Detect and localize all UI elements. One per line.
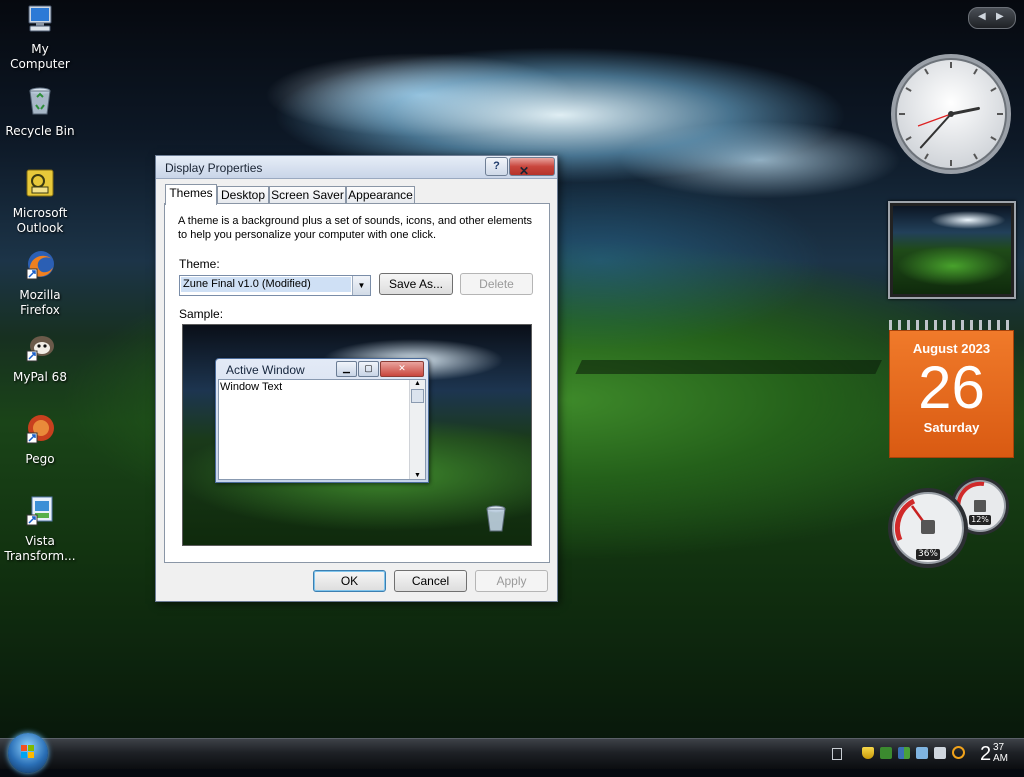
sample-scrollbar: ▲ ▼ bbox=[409, 380, 425, 479]
cpu-usage-value: 36% bbox=[916, 549, 940, 560]
slideshow-gadget[interactable] bbox=[888, 201, 1016, 299]
delete-button: Delete bbox=[460, 273, 533, 295]
display-properties-dialog: Display Properties ? ✕ Themes Desktop Sc… bbox=[155, 155, 558, 602]
desktop-icon-firefox[interactable]: Mozilla Firefox bbox=[0, 249, 80, 318]
apply-button: Apply bbox=[475, 570, 548, 592]
icon-label: Recycle Bin bbox=[5, 124, 75, 138]
slideshow-image bbox=[893, 206, 1011, 294]
save-as-button[interactable]: Save As... bbox=[379, 273, 453, 295]
taskbar: 2 37 AM bbox=[0, 733, 1024, 773]
sample-maximize-icon: ▢ bbox=[358, 361, 379, 377]
calendar-gadget[interactable]: August 2023 26 Saturday bbox=[889, 320, 1014, 458]
desktop-icon-mypal[interactable]: MyPal 68 bbox=[0, 331, 80, 385]
search-icon[interactable] bbox=[952, 746, 965, 759]
security-shield-icon[interactable] bbox=[862, 747, 874, 759]
sidebar-nav: ◀ ▶ bbox=[968, 7, 1016, 29]
tab-screen-saver[interactable]: Screen Saver bbox=[269, 186, 346, 204]
vista-transform-icon bbox=[26, 496, 53, 526]
scroll-thumb bbox=[411, 389, 424, 403]
themes-panel: A theme is a background plus a set of so… bbox=[164, 203, 550, 563]
desktop-icon-my-computer[interactable]: My Computer bbox=[0, 3, 80, 72]
chevron-down-icon[interactable]: ▼ bbox=[352, 276, 370, 295]
mypal-icon bbox=[26, 336, 54, 362]
display-icon[interactable] bbox=[934, 747, 946, 759]
outlook-icon bbox=[26, 169, 54, 197]
recycle-bin-icon bbox=[29, 87, 51, 115]
icon-label: Microsoft Outlook bbox=[12, 206, 68, 235]
ok-button[interactable]: OK bbox=[313, 570, 386, 592]
memory-usage-value: 12% bbox=[969, 515, 991, 525]
close-button[interactable]: ✕ bbox=[509, 157, 555, 178]
network-connection-icon[interactable] bbox=[898, 747, 910, 759]
sample-window-text: Window Text bbox=[220, 381, 283, 393]
calendar-weekday: Saturday bbox=[923, 420, 980, 435]
help-button[interactable]: ? bbox=[485, 157, 508, 176]
sample-close-icon: ✕ bbox=[380, 361, 424, 377]
sample-minimize-icon: ▁ bbox=[336, 361, 357, 377]
desktop-icon-recycle-bin[interactable]: Recycle Bin bbox=[0, 85, 80, 139]
cpu-gauge-icon bbox=[888, 477, 1009, 568]
sample-window-title: Active Window bbox=[226, 363, 305, 377]
scroll-down-icon: ▼ bbox=[414, 472, 421, 479]
sidebar-next-icon[interactable]: ▶ bbox=[996, 11, 1004, 22]
show-desktop-icon[interactable] bbox=[832, 748, 842, 760]
clock-ampm: AM bbox=[993, 753, 1008, 764]
icon-label: Mozilla Firefox bbox=[19, 288, 61, 317]
cancel-button[interactable]: Cancel bbox=[394, 570, 467, 592]
clock-minute: 37 bbox=[993, 742, 1005, 753]
calendar-day: 26 bbox=[918, 354, 985, 421]
desktop-icon-pego[interactable]: Pego bbox=[0, 413, 80, 467]
taskbar-clock[interactable]: 2 37 AM bbox=[980, 741, 1020, 767]
theme-description: A theme is a background plus a set of so… bbox=[178, 215, 533, 241]
theme-select[interactable]: Zune Final v1.0 (Modified) ▼ bbox=[179, 275, 371, 296]
clock-face-icon bbox=[891, 54, 1011, 174]
dialog-title-bar[interactable]: Display Properties ? ✕ bbox=[156, 156, 557, 179]
pego-icon bbox=[26, 415, 54, 444]
clock-hour: 2 bbox=[980, 743, 992, 765]
start-button[interactable] bbox=[8, 733, 48, 773]
windows-logo-icon bbox=[21, 745, 34, 758]
sample-label: Sample: bbox=[179, 307, 224, 321]
theme-select-value: Zune Final v1.0 (Modified) bbox=[181, 277, 351, 292]
dialog-title: Display Properties bbox=[165, 161, 263, 175]
tab-desktop[interactable]: Desktop bbox=[217, 186, 269, 204]
close-icon: ✕ bbox=[519, 164, 530, 178]
cpu-meter-gadget[interactable]: 36% 12% bbox=[888, 474, 1014, 570]
theme-label: Theme: bbox=[179, 257, 220, 271]
sample-recycle-bin-icon bbox=[486, 505, 506, 532]
desktop-icon-outlook[interactable]: Microsoft Outlook bbox=[0, 167, 80, 236]
sample-active-window: Active Window ▁ ▢ ✕ Window Text ▲ ▼ bbox=[215, 358, 429, 483]
icon-label: Pego bbox=[25, 452, 55, 466]
tab-appearance[interactable]: Appearance bbox=[346, 186, 415, 204]
volume-icon[interactable] bbox=[916, 747, 928, 759]
clock-gadget[interactable] bbox=[888, 51, 1014, 177]
icon-label: MyPal 68 bbox=[13, 370, 67, 384]
desktop-icon-vista-transform[interactable]: Vista Transform... bbox=[0, 495, 80, 564]
calendar-page: August 2023 26 Saturday bbox=[889, 330, 1014, 458]
wallpaper-detail bbox=[538, 360, 882, 454]
tab-themes[interactable]: Themes bbox=[165, 184, 217, 205]
theme-sample-preview: Active Window ▁ ▢ ✕ Window Text ▲ ▼ bbox=[182, 324, 532, 546]
sidebar-prev-icon[interactable]: ◀ bbox=[978, 11, 986, 22]
icon-label: My Computer bbox=[10, 42, 70, 71]
computer-icon bbox=[28, 5, 52, 32]
firefox-icon bbox=[26, 251, 54, 280]
icon-label: Vista Transform... bbox=[4, 534, 76, 563]
scroll-up-icon: ▲ bbox=[414, 380, 421, 387]
network-icon[interactable] bbox=[880, 747, 892, 759]
sample-window-body: Window Text ▲ ▼ bbox=[218, 379, 426, 480]
